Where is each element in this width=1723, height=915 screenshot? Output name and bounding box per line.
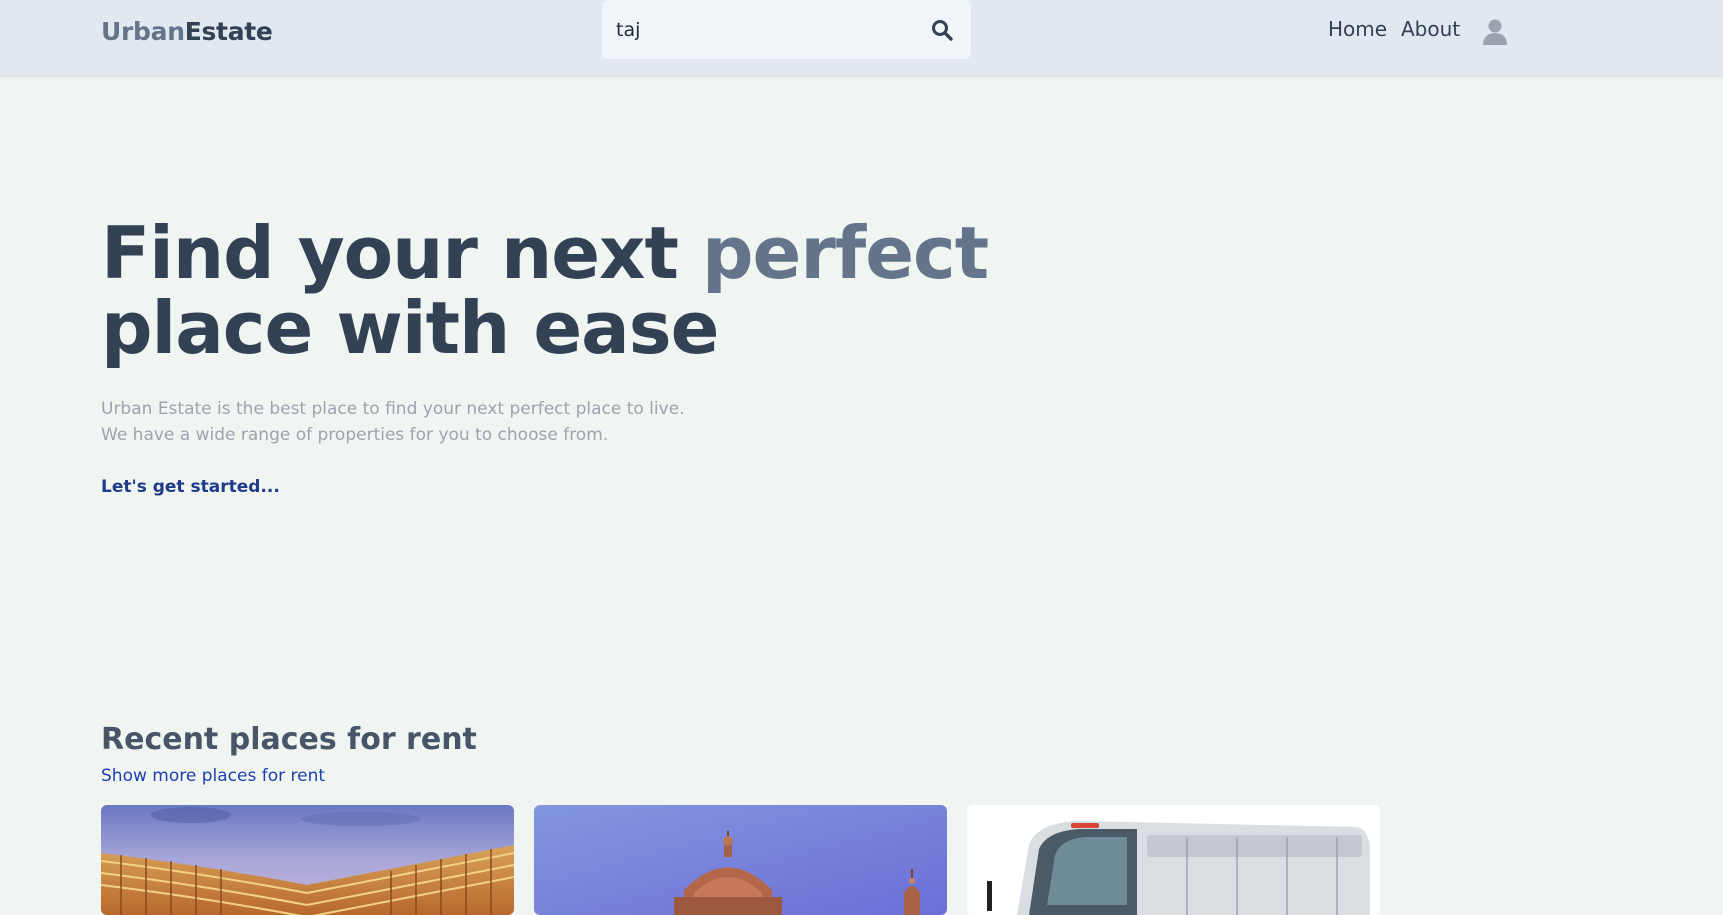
listing-image-bus [967, 805, 1380, 915]
hero-title-part1: Find your next [101, 211, 702, 295]
listing-image-palace [534, 805, 947, 915]
user-avatar-icon[interactable] [1480, 16, 1510, 46]
logo[interactable]: UrbanEstate [101, 17, 273, 46]
hero-subtitle-line2: We have a wide range of properties for y… [101, 425, 609, 445]
logo-urban: Urban [101, 17, 185, 46]
listing-image-hotel [101, 805, 514, 915]
header: UrbanEstate Home About [0, 0, 1723, 75]
hero-title: Find your next perfect place with ease [101, 216, 989, 366]
search-input[interactable] [616, 14, 916, 46]
hero-subtitle-line1: Urban Estate is the best place to find y… [101, 399, 685, 419]
search-icon[interactable] [930, 18, 954, 42]
hero-title-accent: perfect [701, 211, 989, 295]
listing-card[interactable] [534, 805, 947, 915]
nav-home-link[interactable]: Home [1328, 17, 1387, 41]
get-started-link[interactable]: Let's get started... [101, 477, 280, 497]
show-more-rent-link[interactable]: Show more places for rent [101, 766, 325, 786]
hero-subtitle: Urban Estate is the best place to find y… [101, 396, 685, 448]
listing-card[interactable] [101, 805, 514, 915]
listing-card[interactable] [967, 805, 1380, 915]
search-bar [602, 0, 971, 59]
logo-estate: Estate [184, 17, 273, 46]
nav-about-link[interactable]: About [1401, 17, 1460, 41]
recent-section-title: Recent places for rent [101, 722, 477, 757]
hero-title-part2: place with ease [101, 286, 719, 370]
